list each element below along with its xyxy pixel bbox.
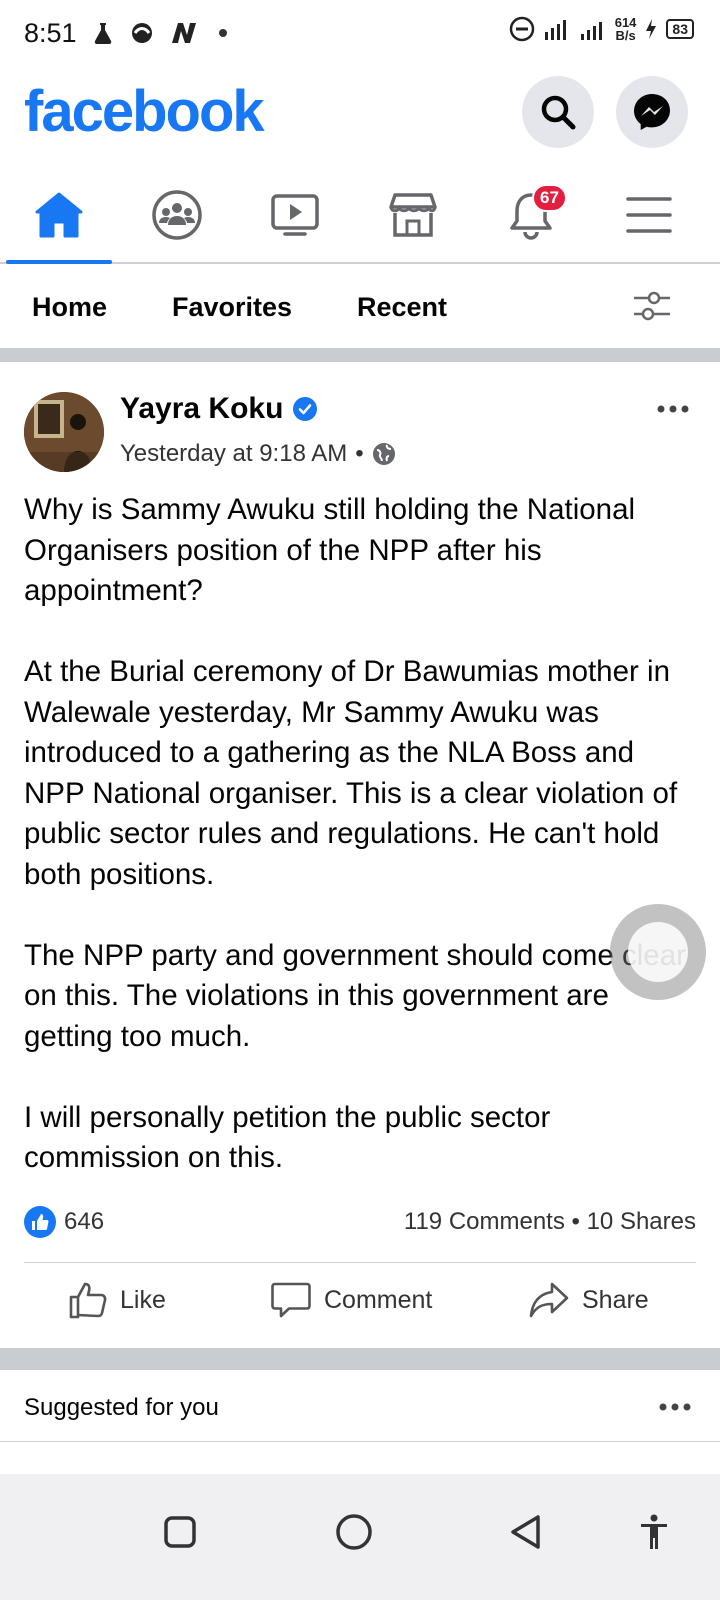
app-notification-icon	[131, 23, 152, 43]
groups-icon	[152, 190, 202, 240]
signal-icon	[580, 22, 602, 40]
charging-icon	[646, 19, 657, 39]
circle-icon	[336, 1514, 372, 1550]
author-name[interactable]: Yayra Koku	[120, 392, 283, 426]
author-avatar[interactable]	[24, 392, 104, 472]
app-header: facebook	[0, 70, 720, 160]
notifications-badge: 67	[532, 184, 567, 212]
nav-groups[interactable]	[118, 168, 236, 262]
home-icon	[35, 192, 83, 238]
system-navigation-bar	[0, 1474, 720, 1600]
post-paragraph: I will personally petition the public se…	[24, 1100, 551, 1175]
home-button[interactable]	[324, 1502, 384, 1562]
suggested-label: Suggested for you	[24, 1394, 219, 1421]
suggested-divider	[0, 1441, 720, 1442]
more-horizontal-icon	[657, 405, 689, 413]
tab-home[interactable]: Home	[32, 292, 107, 323]
marketplace-icon	[389, 193, 437, 237]
assistive-touch-inner	[628, 922, 688, 982]
post-paragraph: At the Burial ceremony of Dr Bawumias mo…	[24, 655, 678, 891]
likes-count[interactable]: 646	[64, 1208, 104, 1236]
video-icon	[271, 194, 319, 236]
signal-3g-icon	[544, 20, 566, 40]
dnd-icon	[509, 16, 534, 42]
post-actions: Like Comment Share	[0, 1268, 720, 1348]
feed-filter-button[interactable]	[632, 288, 672, 329]
section-divider	[0, 1348, 720, 1370]
like-button[interactable]: Like	[68, 1280, 166, 1320]
post-divider	[24, 1262, 696, 1263]
facebook-logo: facebook	[24, 79, 265, 144]
post-paragraph: The NPP party and government should come…	[24, 938, 686, 1053]
battery-level: 83	[666, 19, 694, 39]
filter-sliders-icon	[634, 291, 670, 321]
avatar-photo	[24, 392, 104, 472]
search-icon	[541, 95, 576, 130]
messenger-button[interactable]	[616, 76, 688, 148]
tab-recent[interactable]: Recent	[357, 292, 447, 323]
like-reaction-icon	[24, 1206, 56, 1238]
accessibility-button[interactable]	[624, 1502, 684, 1562]
post-text: Why is Sammy Awuku still holding the Nat…	[24, 490, 696, 1219]
back-triangle-icon	[511, 1515, 540, 1549]
square-icon	[164, 1516, 196, 1548]
share-label: Share	[582, 1285, 649, 1314]
nav-marketplace[interactable]	[354, 168, 472, 262]
reactions-bar[interactable]: 646 119 Comments • 10 Shares	[24, 1202, 696, 1242]
comment-label: Comment	[324, 1285, 433, 1314]
nav-video[interactable]	[236, 168, 354, 262]
messenger-icon	[634, 94, 670, 130]
suggested-section-header: Suggested for you	[0, 1372, 720, 1442]
back-button[interactable]	[496, 1502, 556, 1562]
tab-favorites[interactable]: Favorites	[172, 292, 292, 323]
share-icon	[529, 1282, 569, 1318]
post-meta: Yesterday at 9:18 AM •	[120, 440, 396, 468]
post-paragraph: Why is Sammy Awuku still holding the Nat…	[24, 493, 636, 607]
nav-notifications[interactable]: 67	[472, 168, 590, 262]
share-button[interactable]: Share	[528, 1280, 649, 1320]
post-options-button[interactable]	[656, 388, 690, 422]
more-horizontal-icon	[659, 1403, 691, 1411]
globe-icon	[372, 443, 395, 465]
section-divider	[0, 348, 720, 362]
assistive-touch-button[interactable]	[610, 904, 706, 1000]
main-nav: 67	[0, 168, 720, 264]
suggested-options-button[interactable]	[658, 1386, 692, 1420]
post-author[interactable]: Yayra Koku	[120, 392, 318, 426]
meta-separator: •	[355, 440, 364, 467]
n-app-icon	[171, 23, 196, 43]
accessibility-icon	[641, 1514, 667, 1549]
recents-button[interactable]	[150, 1502, 210, 1562]
nav-menu[interactable]	[590, 168, 708, 262]
flask-icon	[94, 23, 111, 45]
search-button[interactable]	[522, 76, 594, 148]
post-timestamp[interactable]: Yesterday at 9:18 AM	[120, 440, 347, 468]
comment-button[interactable]: Comment	[270, 1280, 432, 1320]
like-label: Like	[120, 1285, 166, 1314]
feed-tabs: Home Favorites Recent	[0, 264, 720, 354]
status-system-icons: 614 B/s 83	[509, 16, 694, 42]
nav-home[interactable]	[0, 168, 118, 264]
status-notification-icons	[91, 21, 227, 45]
status-bar: 8:51 614 B/s 83	[0, 0, 720, 66]
more-dot-icon	[218, 29, 227, 37]
comments-shares-count[interactable]: 119 Comments • 10 Shares	[404, 1208, 696, 1236]
status-time: 8:51	[24, 17, 77, 48]
menu-icon	[626, 197, 672, 233]
verified-badge-icon	[293, 397, 318, 421]
network-speed: 614 B/s	[614, 15, 637, 43]
thumbs-up-icon	[69, 1282, 107, 1319]
comment-icon	[271, 1282, 311, 1318]
